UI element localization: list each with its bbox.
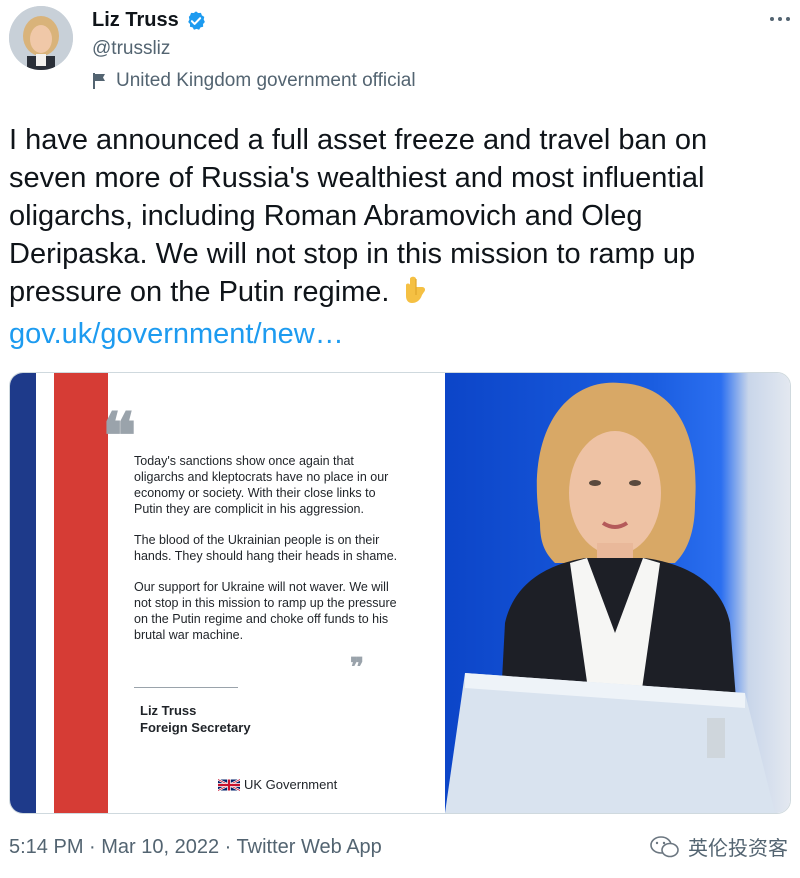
avatar-image <box>9 6 73 70</box>
quote-close-mark: ❞ <box>350 653 364 683</box>
quote-card: ❝ Today's sanctions show once again that… <box>10 373 445 813</box>
government-flag-icon <box>93 73 105 89</box>
avatar[interactable] <box>9 6 73 70</box>
watermark-text: 英伦投资客 <box>688 838 788 860</box>
quote-body: Today's sanctions show once again that o… <box>134 453 404 658</box>
signature-divider <box>134 687 238 688</box>
speaker-photo <box>445 373 790 813</box>
stripe-blue <box>10 373 36 813</box>
wechat-icon <box>650 835 679 857</box>
quote-paragraph-1: Today's sanctions show once again that o… <box>134 454 389 516</box>
union-jack-icon <box>218 778 240 791</box>
government-label: United Kingdom government official <box>92 70 416 92</box>
quote-paragraph-3: Our support for Ukraine will not waver. … <box>134 580 397 642</box>
watermark: 英伦投资客 <box>650 832 788 861</box>
tweet-text: I have announced a full asset freeze and… <box>9 121 789 353</box>
quote-paragraph-2: The blood of the Ukrainian people is on … <box>134 533 398 563</box>
tweet-meta[interactable]: 5:14 PM · Mar 10, 2022 · Twitter Web App <box>9 836 382 859</box>
verified-badge-icon <box>187 10 205 30</box>
quote-open-mark: ❝ <box>102 399 137 474</box>
author-name-row: Liz Truss <box>92 9 207 32</box>
stripe-red <box>54 373 108 813</box>
author-handle[interactable]: @trussliz <box>92 38 170 60</box>
tweet-link[interactable]: gov.uk/government/new… <box>9 315 789 353</box>
more-dots-icon[interactable] <box>764 14 790 24</box>
uk-government-text: UK Government <box>244 777 338 792</box>
uk-government-logo: UK Government <box>218 777 337 792</box>
author-name[interactable]: Liz Truss <box>92 9 179 32</box>
tweet-body: I have announced a full asset freeze and… <box>9 124 708 308</box>
tweet-media[interactable]: ❝ Today's sanctions show once again that… <box>9 372 791 814</box>
stripe-white <box>36 373 54 813</box>
government-label-text: United Kingdom government official <box>116 70 416 91</box>
signature-name: Liz Truss <box>140 703 197 718</box>
pointing-down-icon <box>402 275 428 315</box>
signature-role: Foreign Secretary <box>140 720 251 735</box>
